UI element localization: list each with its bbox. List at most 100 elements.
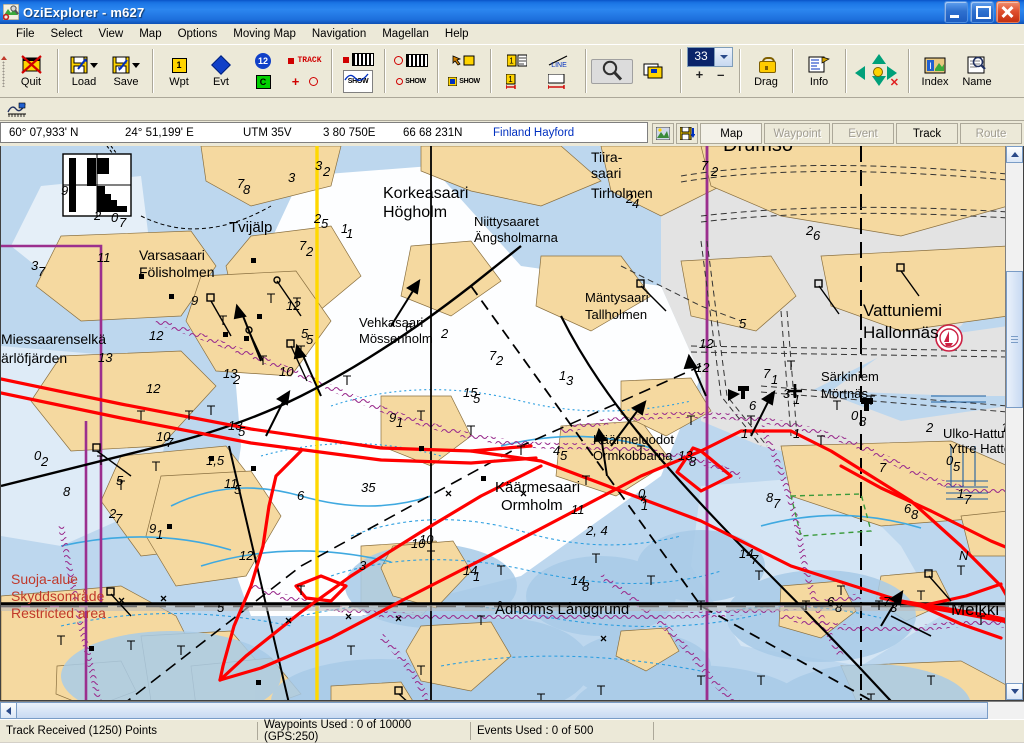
track-toggle-button[interactable]: TRACK + [284,48,326,94]
pan-up-icon[interactable] [872,54,886,64]
pan-cancel-icon[interactable]: ✕ [890,78,899,89]
map-place-label: Skyddsområde [11,588,105,604]
status-events: Events Used : 0 of 500 [470,722,653,740]
tab-event[interactable]: Event [832,123,894,144]
sounding-depth: 1 [641,498,648,513]
menu-navigation[interactable]: Navigation [304,27,374,41]
sounding-depth: 7 [166,435,174,450]
zoom-out-button[interactable]: – [717,68,724,81]
sounding-depth: 7 [38,264,46,279]
map-place-label: Vehkasaari [359,315,423,330]
sounding-depth: 5 [953,459,961,474]
sounding-depth: 12 [699,336,714,351]
scroll-up-button[interactable] [1006,146,1023,163]
pan-pad[interactable]: ✕ [851,52,903,90]
pan-left-icon[interactable] [855,66,865,80]
toolbar-gripper[interactable] [0,47,7,95]
zoom-value[interactable]: 33 [688,48,714,66]
save-icon [111,55,141,76]
sounding-depth: 8 [582,579,590,594]
menu-moving-map[interactable]: Moving Map [225,27,304,41]
sounding-depth: 6 [297,488,305,503]
map-place-label: Ängsholmarna [474,230,559,245]
menu-file[interactable]: File [8,27,43,41]
event-button[interactable]: Evt [200,53,242,90]
toolbar-group-route-show: SHOW [387,47,435,95]
svg-text:I: I [929,61,932,71]
minimize-button[interactable] [944,1,968,23]
menu-magellan[interactable]: Magellan [374,27,437,41]
sounding-depth: 12 [239,548,254,563]
menu-bar: File Select View Map Options Moving Map … [0,24,1024,44]
map-vertical-scrollbar[interactable] [1005,146,1023,700]
scroll-left-button[interactable] [0,702,17,719]
waypoint-name-toggle[interactable]: 1 1 [496,48,538,94]
scroll-horizontal-thumb[interactable] [16,702,988,719]
sounding-depth: 5 [306,332,314,347]
sounding-depth: 5 [739,316,747,331]
zoom-dropdown-button[interactable] [714,48,732,66]
tab-waypoint[interactable]: Waypoint [764,123,830,144]
sounding-depth: 3 [288,170,296,185]
menu-select[interactable]: Select [43,27,91,41]
waypoint-show-button[interactable]: SHOW [443,48,485,94]
scroll-down-button[interactable] [1006,683,1023,700]
menu-options[interactable]: Options [170,27,226,41]
zoom-combobox[interactable]: 33 [687,47,733,67]
drag-button[interactable]: Drag [745,53,787,90]
route-show-button[interactable]: SHOW [390,48,432,94]
save-button[interactable]: Save [105,53,147,90]
map-stack-button[interactable] [633,59,675,84]
tab-route[interactable]: Route [960,123,1022,144]
pan-arrows-icon[interactable]: ✕ [855,54,899,89]
menu-map[interactable]: Map [131,27,169,41]
waypoint-pointer-icon [451,50,477,71]
info-button[interactable]: Info [798,53,840,90]
map-place-label: Tvijälp [229,219,272,236]
map-place-label: Käärmesaari [495,479,580,496]
info-label: Info [809,75,829,88]
waypoint-icon: 1 [171,55,187,76]
sounding-depth: 5 [473,391,481,406]
track-profile-button[interactable] [0,98,34,120]
tab-track[interactable]: Track [896,123,958,144]
magnifier-button[interactable] [591,58,633,84]
nautical-chart[interactable]: 5071,52942306834632320778257211247226937… [1,146,1024,701]
index-button[interactable]: I Index [914,53,956,90]
map-place-label: saari [591,165,621,181]
sounding-depth: 35 [361,480,376,495]
close-button[interactable] [996,1,1020,23]
chevron-down-icon [1010,689,1019,694]
sounding-depth: 1 [771,372,778,387]
pan-center-icon[interactable] [873,67,883,77]
track-label-icon: TRACK [288,50,322,71]
map-place-label: ärlöfjärden [1,350,67,366]
route-button[interactable]: 12 C [242,48,284,94]
quit-button[interactable]: Quit [10,53,52,90]
sounding-depth: 7 [701,158,709,173]
track-show-button[interactable]: SHOW [337,47,379,95]
menu-view[interactable]: View [91,27,132,41]
save-view-button[interactable] [676,123,699,144]
map-horizontal-scrollbar[interactable] [0,701,1024,719]
pan-down-icon[interactable] [872,76,886,86]
map-canvas[interactable]: 5071,52942306834632320778257211247226937… [0,146,1024,701]
sounding-depth: 12 [146,381,161,396]
maximize-button[interactable] [970,1,994,23]
tab-map[interactable]: Map [700,123,763,144]
waypoint-button[interactable]: 1 Wpt [158,53,200,90]
scroll-vertical-thumb[interactable] [1006,271,1023,408]
toolbar-group-track-show: SHOW [334,47,382,95]
load-button[interactable]: Load [63,53,105,90]
line-toggle-button[interactable]: LINE [538,48,580,94]
coordinate-bar: 60° 07,933' N 24° 51,199' E UTM 35V 3 80… [0,121,1024,146]
name-button[interactable]: Name [956,53,998,90]
sounding-depth: 5 [116,473,124,488]
image-thumb-button[interactable] [652,123,675,144]
zoom-in-button[interactable]: + [696,68,704,81]
menu-help[interactable]: Help [437,27,477,41]
status-bar: Track Received (1250) Points Waypoints U… [0,719,1024,743]
load-label: Load [71,75,97,88]
coordinate-readout: 60° 07,933' N 24° 51,199' E UTM 35V 3 80… [0,122,649,143]
map-place-label: Drumsö [723,146,793,156]
